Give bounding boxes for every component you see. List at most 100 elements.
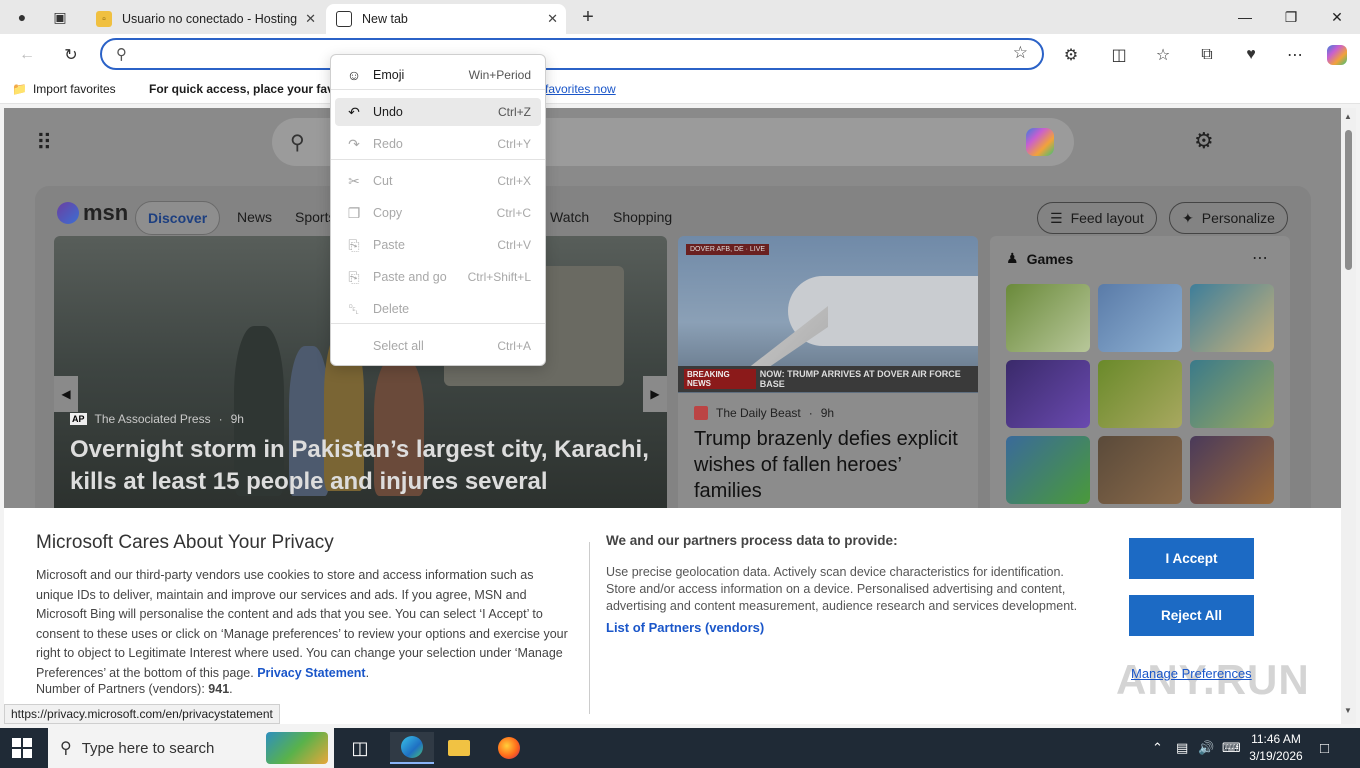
msn-logo[interactable]: msn — [57, 200, 128, 226]
privacy-consent-banner: Microsoft Cares About Your Privacy Micro… — [4, 508, 1341, 724]
story-card[interactable]: DOVER AFB, DE · LIVE BREAKING NEWS NOW: … — [678, 236, 978, 526]
ap-logo-icon: AP — [70, 413, 87, 425]
network-icon[interactable]: ▤ — [1176, 740, 1188, 756]
more-options-icon[interactable]: ⋯ — [1252, 248, 1268, 268]
close-tab-icon[interactable]: ✕ — [547, 11, 558, 27]
tab-hosting[interactable]: ▫ Usuario no conectado - Hosting ✕ — [86, 4, 324, 34]
windows-taskbar: ⚲ Type here to search ◫ ⌃ ▤ 🔊 ⌨ 11:46 AM… — [0, 728, 1360, 768]
nav-watch[interactable]: Watch — [550, 209, 589, 225]
firefox-icon[interactable] — [487, 732, 531, 764]
menu-item-label: Select all — [373, 339, 424, 353]
back-button[interactable]: ← — [14, 42, 40, 68]
minimize-button[interactable]: — — [1222, 0, 1268, 34]
settings-more-icon[interactable]: ⋯ — [1282, 42, 1308, 68]
import-favorites-button[interactable]: 📁 Import favorites — [12, 82, 116, 96]
hero-headline[interactable]: Overnight storm in Pakistan’s largest ci… — [70, 434, 650, 498]
game-tile-block-face[interactable] — [1098, 436, 1182, 504]
favorites-hint: For quick access, place your favor — [149, 82, 346, 96]
menu-item-shortcut: Ctrl+C — [496, 206, 531, 220]
favorite-star-icon[interactable]: ☆ — [1013, 43, 1028, 63]
menu-item-delete[interactable]: ␡ Delete — [335, 295, 541, 323]
scroll-up-icon[interactable]: ▲ — [1344, 112, 1352, 121]
copilot-icon[interactable] — [1324, 42, 1350, 68]
close-window-button[interactable]: ✕ — [1314, 0, 1360, 34]
tab-title: New tab — [362, 12, 408, 26]
tab-actions-icon[interactable]: ▣ — [48, 6, 72, 28]
tab-strip: ● ▣ ▫ Usuario no conectado - Hosting ✕ N… — [0, 0, 1360, 34]
accept-button[interactable]: I Accept — [1129, 538, 1254, 579]
game-tile-soccer-run[interactable] — [1098, 360, 1182, 428]
game-tile-runner[interactable] — [1098, 284, 1182, 352]
collections-icon[interactable]: ⧉ — [1194, 42, 1220, 68]
redo-icon: ↷ — [348, 135, 360, 152]
split-screen-icon[interactable]: ◫ — [1106, 42, 1132, 68]
daily-beast-icon — [694, 406, 708, 420]
menu-separator — [331, 89, 545, 90]
nav-news[interactable]: News — [237, 209, 272, 225]
emoji-icon: ☺ — [346, 67, 362, 83]
copilot-icon[interactable] — [1026, 128, 1054, 156]
menu-item-label: Cut — [373, 174, 393, 188]
menu-item-undo[interactable]: ↶ Undo Ctrl+Z — [335, 98, 541, 126]
newtab-icon — [336, 11, 352, 27]
task-view-icon[interactable]: ◫ — [338, 732, 382, 764]
clock[interactable]: 11:46 AM 3/19/2026 — [1246, 731, 1306, 765]
menu-item-select-all[interactable]: Select all Ctrl+A — [335, 332, 541, 360]
menu-item-label: Redo — [373, 137, 403, 151]
menu-item-paste-and-go[interactable]: ⎘ Paste and go Ctrl+Shift+L — [335, 263, 541, 291]
game-tile-coffee-puzzle[interactable] — [1190, 284, 1274, 352]
tab-new-tab[interactable]: New tab ✕ — [326, 4, 566, 34]
start-button[interactable] — [12, 738, 32, 758]
tray-overflow-icon[interactable]: ⌃ — [1152, 740, 1163, 756]
manage-favorites-link[interactable]: favorites now — [545, 82, 616, 96]
new-tab-plus-icon[interactable]: + — [576, 6, 600, 28]
address-bar[interactable]: ⚲ ☆ — [100, 38, 1044, 70]
volume-icon[interactable]: 🔊 — [1198, 740, 1214, 756]
game-tile-basketball-stars[interactable] — [1190, 436, 1274, 504]
reject-all-button[interactable]: Reject All — [1129, 595, 1254, 636]
notifications-icon[interactable]: □ — [1320, 740, 1329, 757]
game-tile-rocket[interactable] — [1006, 360, 1090, 428]
game-tile-parking-jam[interactable] — [1190, 360, 1274, 428]
profile-icon[interactable]: ● — [10, 6, 34, 28]
personalize-button[interactable]: ✦ Personalize — [1169, 202, 1288, 234]
prev-arrow-icon[interactable]: ◀ — [54, 376, 78, 412]
nav-shopping[interactable]: Shopping — [613, 209, 672, 225]
address-input[interactable] — [148, 44, 988, 64]
favorites-icon[interactable]: ☆ — [1150, 42, 1176, 68]
scroll-down-icon[interactable]: ▼ — [1344, 706, 1352, 715]
restore-button[interactable]: ❐ — [1268, 0, 1314, 34]
story-headline[interactable]: Trump brazenly defies explicit wishes of… — [694, 426, 964, 504]
scroll-thumb[interactable] — [1345, 130, 1352, 270]
next-arrow-icon[interactable]: ▶ — [643, 376, 667, 412]
browser-essentials-icon[interactable]: ♥ — [1238, 42, 1264, 68]
edge-taskbar-icon[interactable] — [390, 732, 434, 764]
file-explorer-icon[interactable] — [437, 732, 481, 764]
games-icon: ♟ — [1006, 250, 1019, 266]
search-icon: ⚲ — [290, 132, 305, 154]
refresh-button[interactable]: ↻ — [58, 42, 84, 68]
manage-preferences-link[interactable]: Manage Preferences — [1131, 666, 1252, 681]
consent-title: Microsoft Cares About Your Privacy — [36, 532, 334, 553]
menu-item-copy[interactable]: ❐ Copy Ctrl+C — [335, 199, 541, 227]
extensions-icon[interactable]: ⚙ — [1058, 42, 1084, 68]
partners-list-link[interactable]: List of Partners (vendors) — [606, 620, 764, 635]
nav-discover[interactable]: Discover — [135, 201, 221, 235]
menu-item-redo[interactable]: ↷ Redo Ctrl+Y — [335, 130, 541, 158]
apps-grid-icon[interactable]: ⠿ — [36, 130, 52, 156]
menu-item-paste[interactable]: ⎘ Paste Ctrl+V — [335, 231, 541, 259]
menu-item-emoji[interactable]: ☺ Emoji Win+Period — [335, 61, 541, 89]
game-tile-mahjong[interactable] — [1006, 284, 1090, 352]
page-settings-icon[interactable]: ⚙ — [1194, 128, 1214, 154]
privacy-statement-link[interactable]: Privacy Statement — [257, 666, 365, 680]
game-tile-shark-runner[interactable] — [1006, 436, 1090, 504]
tab-title: Usuario no conectado - Hosting — [122, 12, 298, 26]
page-scrollbar[interactable]: ▲ ▼ — [1341, 108, 1356, 724]
search-highlight-image — [266, 732, 328, 764]
close-tab-icon[interactable]: ✕ — [305, 11, 316, 27]
menu-separator — [331, 159, 545, 160]
menu-item-cut[interactable]: ✂ Cut Ctrl+X — [335, 167, 541, 195]
taskbar-search-box[interactable]: ⚲ Type here to search — [48, 728, 334, 768]
keyboard-icon[interactable]: ⌨ — [1222, 740, 1241, 756]
feed-layout-button[interactable]: ☰ Feed layout — [1037, 202, 1157, 234]
